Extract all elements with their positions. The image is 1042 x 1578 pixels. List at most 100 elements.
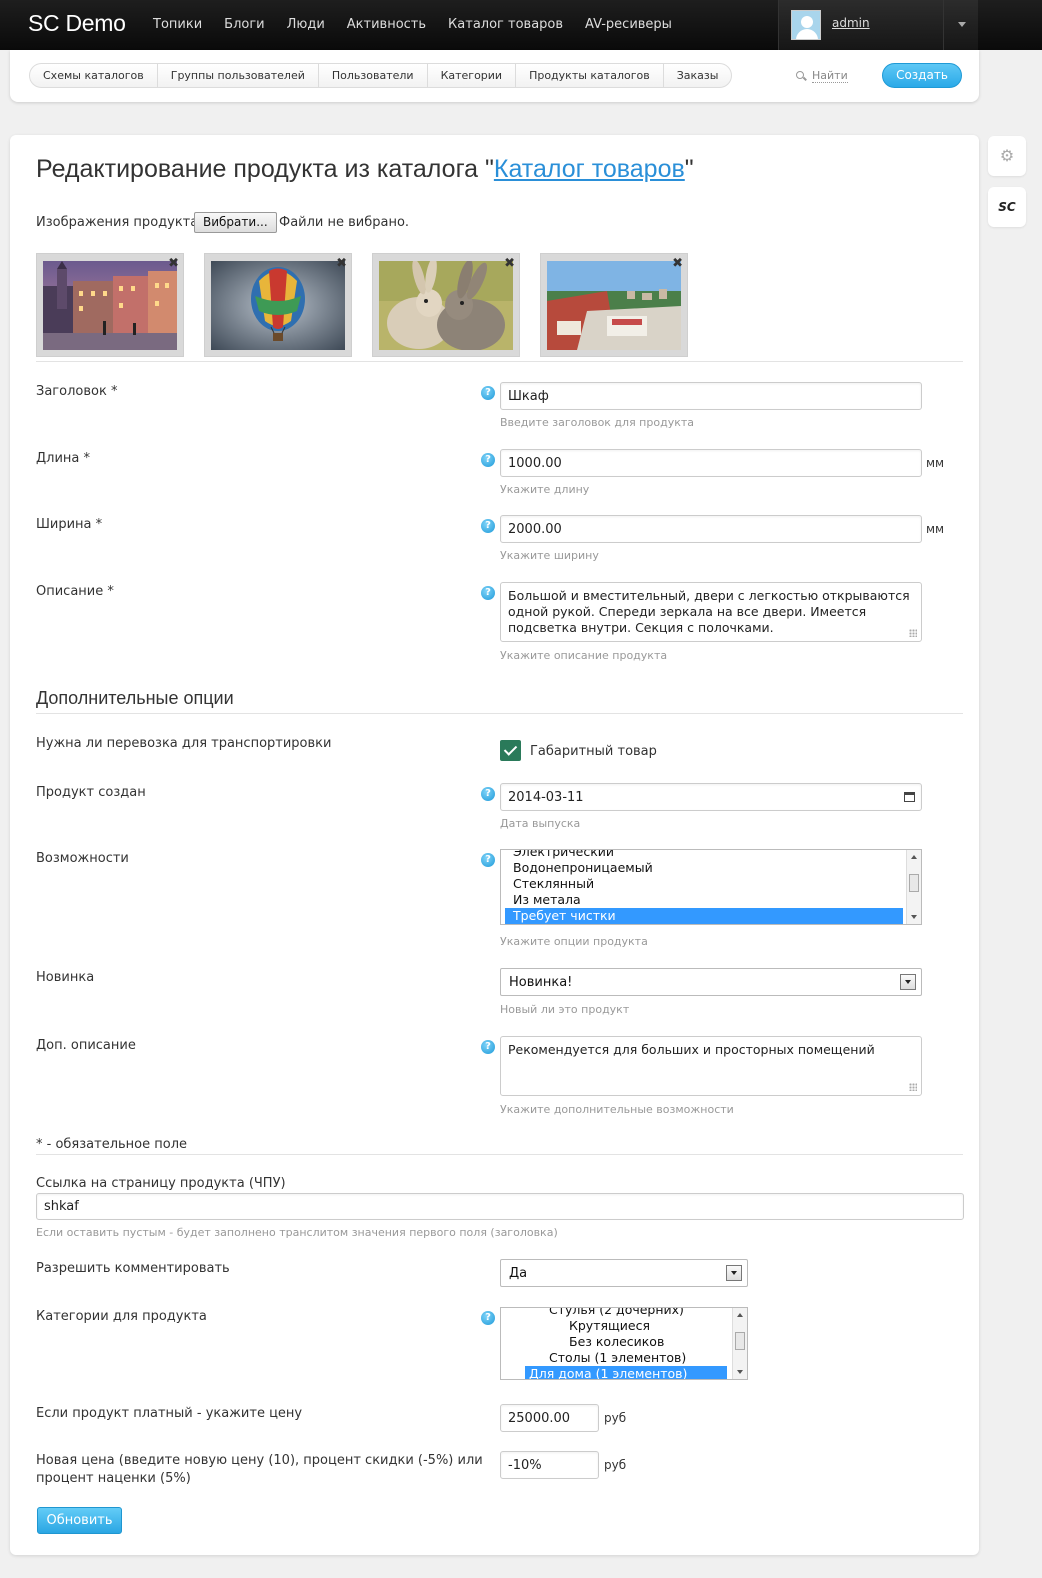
- divider: [36, 713, 963, 714]
- resize-handle-icon[interactable]: [909, 629, 917, 637]
- title-input[interactable]: Шкаф: [500, 382, 922, 410]
- title-hint: Введите заголовок для продукта: [500, 416, 694, 429]
- chevron-down-icon[interactable]: [900, 974, 916, 990]
- created-hint: Дата выпуска: [500, 817, 581, 830]
- help-icon[interactable]: ?: [481, 386, 495, 400]
- nav-item-av-receivers[interactable]: AV-ресиверы: [574, 0, 683, 50]
- length-unit: мм: [926, 456, 945, 470]
- list-item[interactable]: Электрический: [505, 850, 903, 860]
- help-icon[interactable]: ?: [481, 586, 495, 600]
- list-item[interactable]: Стеклянный: [505, 876, 903, 892]
- created-date-input[interactable]: 2014-03-11: [500, 783, 922, 811]
- slug-label: Ссылка на страницу продукта (ЧПУ): [36, 1176, 286, 1191]
- created-label: Продукт создан: [36, 785, 146, 800]
- list-item[interactable]: Столы (1 элементов): [505, 1350, 731, 1366]
- remove-image-3-icon[interactable]: ✖: [504, 256, 515, 271]
- help-icon[interactable]: ?: [481, 1311, 495, 1325]
- remove-image-1-icon[interactable]: ✖: [168, 256, 179, 271]
- browse-button[interactable]: Вибрати...: [194, 212, 277, 233]
- remove-image-4-icon[interactable]: ✖: [672, 256, 683, 271]
- width-input[interactable]: 2000.00: [500, 515, 922, 543]
- list-item[interactable]: Без колесиков: [505, 1334, 731, 1350]
- user-menu[interactable]: admin: [778, 0, 978, 50]
- price-label: Если продукт платный - укажите цену: [36, 1406, 303, 1421]
- categories-label: Категории для продукта: [36, 1309, 207, 1324]
- width-unit: мм: [926, 522, 945, 536]
- tab-user-groups[interactable]: Группы пользователей: [158, 64, 319, 87]
- list-item[interactable]: Водонепроницаемый: [505, 860, 903, 876]
- comments-select[interactable]: Да: [500, 1259, 748, 1287]
- catalog-link[interactable]: Каталог товаров: [494, 155, 685, 183]
- new-price-label-line1: Новая цена (введите новую цену (10), про…: [36, 1453, 483, 1468]
- help-icon[interactable]: ?: [481, 1040, 495, 1054]
- bulky-item-label[interactable]: Габаритный товар: [530, 744, 657, 759]
- tab-orders[interactable]: Заказы: [664, 64, 732, 87]
- product-image-1[interactable]: ✖: [36, 253, 184, 357]
- brand-logo[interactable]: SC Demo: [28, 10, 126, 37]
- update-button[interactable]: Обновить: [37, 1507, 122, 1534]
- nav-item-activity[interactable]: Активность: [336, 0, 437, 50]
- help-icon[interactable]: ?: [481, 519, 495, 533]
- list-item[interactable]: Стулья (2 дочерних): [505, 1308, 731, 1318]
- chevron-down-icon[interactable]: [726, 1265, 742, 1281]
- remove-image-2-icon[interactable]: ✖: [336, 256, 347, 271]
- list-item[interactable]: Из метала: [505, 892, 903, 908]
- images-label: Изображения продукта: [36, 215, 199, 230]
- product-image-2[interactable]: ✖: [204, 253, 352, 357]
- avatar[interactable]: [791, 10, 821, 40]
- nav-item-catalog[interactable]: Каталог товаров: [437, 0, 574, 50]
- description-textarea[interactable]: Большой и вместительный, двери с легкост…: [500, 582, 922, 642]
- list-item[interactable]: Для дома (1 элементов): [525, 1366, 727, 1379]
- product-image-4[interactable]: ✖: [540, 253, 688, 357]
- search-icon: [796, 71, 804, 79]
- tab-categories[interactable]: Категории: [428, 64, 517, 87]
- admin-tabs: Схемы каталогов Группы пользователей Пол…: [29, 63, 733, 88]
- no-file-text: Файли не вибрано.: [279, 215, 410, 230]
- divider: [36, 361, 963, 362]
- price-input[interactable]: 25000.00: [500, 1404, 599, 1432]
- create-button[interactable]: Создать: [882, 63, 962, 88]
- tab-users[interactable]: Пользователи: [319, 64, 428, 87]
- list-item[interactable]: Крутящиеся: [505, 1318, 731, 1334]
- divider: [36, 1154, 963, 1155]
- length-label: Длина *: [36, 451, 91, 466]
- length-input[interactable]: 1000.00: [500, 449, 922, 477]
- features-listbox[interactable]: Электрический Водонепроницаемый Стеклянн…: [500, 849, 922, 925]
- new-select[interactable]: Новинка!: [500, 968, 922, 996]
- edit-product-form: Редактирование продукта из каталога "Кат…: [10, 135, 979, 1555]
- chevron-down-icon[interactable]: [958, 22, 966, 27]
- sc-widget-button[interactable]: SC: [988, 187, 1026, 227]
- help-icon[interactable]: ?: [481, 453, 495, 467]
- help-icon[interactable]: ?: [481, 787, 495, 801]
- scrollbar[interactable]: [906, 850, 921, 924]
- new-price-input[interactable]: -10%: [500, 1451, 599, 1479]
- slug-input[interactable]: shkaf: [36, 1193, 964, 1220]
- extra-desc-hint: Укажите дополнительные возможности: [500, 1103, 734, 1116]
- description-hint: Укажите описание продукта: [500, 649, 668, 662]
- search-label[interactable]: Найти: [812, 69, 848, 83]
- search-link[interactable]: Найти: [796, 69, 848, 83]
- transport-label: Нужна ли перевозка для транспортировки: [36, 736, 332, 751]
- tab-catalog-schemes[interactable]: Схемы каталогов: [30, 64, 158, 87]
- top-navbar: SC Demo Топики Блоги Люди Активность Кат…: [0, 0, 1042, 50]
- list-item[interactable]: Требует чистки: [505, 908, 903, 924]
- calendar-icon[interactable]: [904, 792, 915, 802]
- resize-handle-icon[interactable]: [909, 1083, 917, 1091]
- nav-item-topics[interactable]: Топики: [142, 0, 213, 50]
- scrollbar[interactable]: [732, 1308, 747, 1379]
- categories-listbox[interactable]: Стулья (2 дочерних) Крутящиеся Без колес…: [500, 1307, 748, 1380]
- bulky-item-checkbox[interactable]: [500, 740, 521, 761]
- gear-icon[interactable]: ⚙: [988, 136, 1026, 176]
- admin-toolbar: Схемы каталогов Группы пользователей Пол…: [10, 50, 979, 102]
- username-link[interactable]: admin: [832, 16, 870, 30]
- extra-desc-textarea[interactable]: Рекомендуется для больших и просторных п…: [500, 1036, 922, 1096]
- product-image-3[interactable]: ✖: [372, 253, 520, 357]
- features-hint: Укажите опции продукта: [500, 935, 648, 948]
- extra-desc-label: Доп. описание: [36, 1038, 136, 1053]
- required-note: * - обязательное поле: [36, 1137, 188, 1152]
- nav-item-blogs[interactable]: Блоги: [213, 0, 275, 50]
- nav-item-people[interactable]: Люди: [276, 0, 336, 50]
- help-icon[interactable]: ?: [481, 853, 495, 867]
- tab-catalog-products[interactable]: Продукты каталогов: [516, 64, 664, 87]
- new-hint: Новый ли это продукт: [500, 1003, 630, 1016]
